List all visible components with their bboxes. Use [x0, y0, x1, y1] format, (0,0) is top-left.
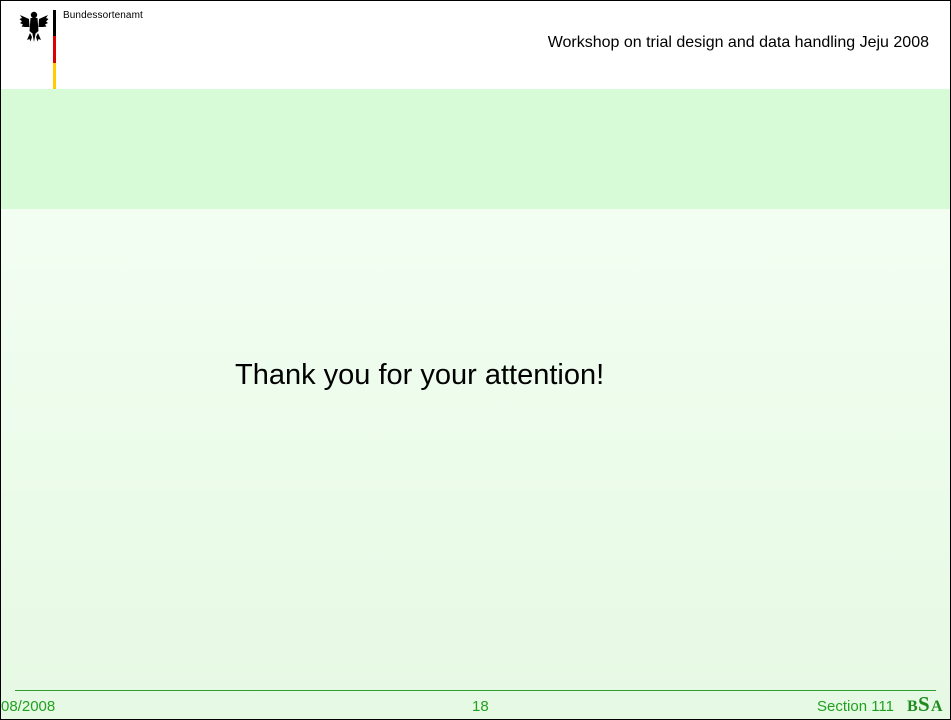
bsa-logo-letter-a: A — [931, 698, 943, 715]
footer-divider — [15, 690, 936, 691]
footer-section: Section 111 — [817, 698, 894, 715]
federal-flag-bar — [53, 10, 56, 90]
flag-stripe-black — [53, 10, 56, 36]
title-band — [1, 89, 950, 209]
footer-date: 08/2008 — [1, 698, 56, 715]
content-area — [1, 209, 950, 719]
flag-stripe-gold — [53, 63, 56, 90]
slide-header: Bundessortenamt Workshop on trial design… — [1, 1, 950, 90]
page-number: 18 — [472, 698, 489, 715]
agency-name: Bundessortenamt — [63, 10, 143, 21]
bsa-logo-letter-s: S — [918, 692, 930, 716]
flag-stripe-red — [53, 36, 56, 63]
federal-eagle-icon — [19, 11, 49, 42]
workshop-title: Workshop on trial design and data handli… — [547, 34, 929, 51]
bsa-logo-letter-b: B — [907, 698, 918, 715]
closing-message: Thank you for your attention! — [235, 359, 605, 391]
bsa-logo: B S A — [907, 692, 947, 717]
slide: Bundessortenamt Workshop on trial design… — [0, 0, 951, 720]
